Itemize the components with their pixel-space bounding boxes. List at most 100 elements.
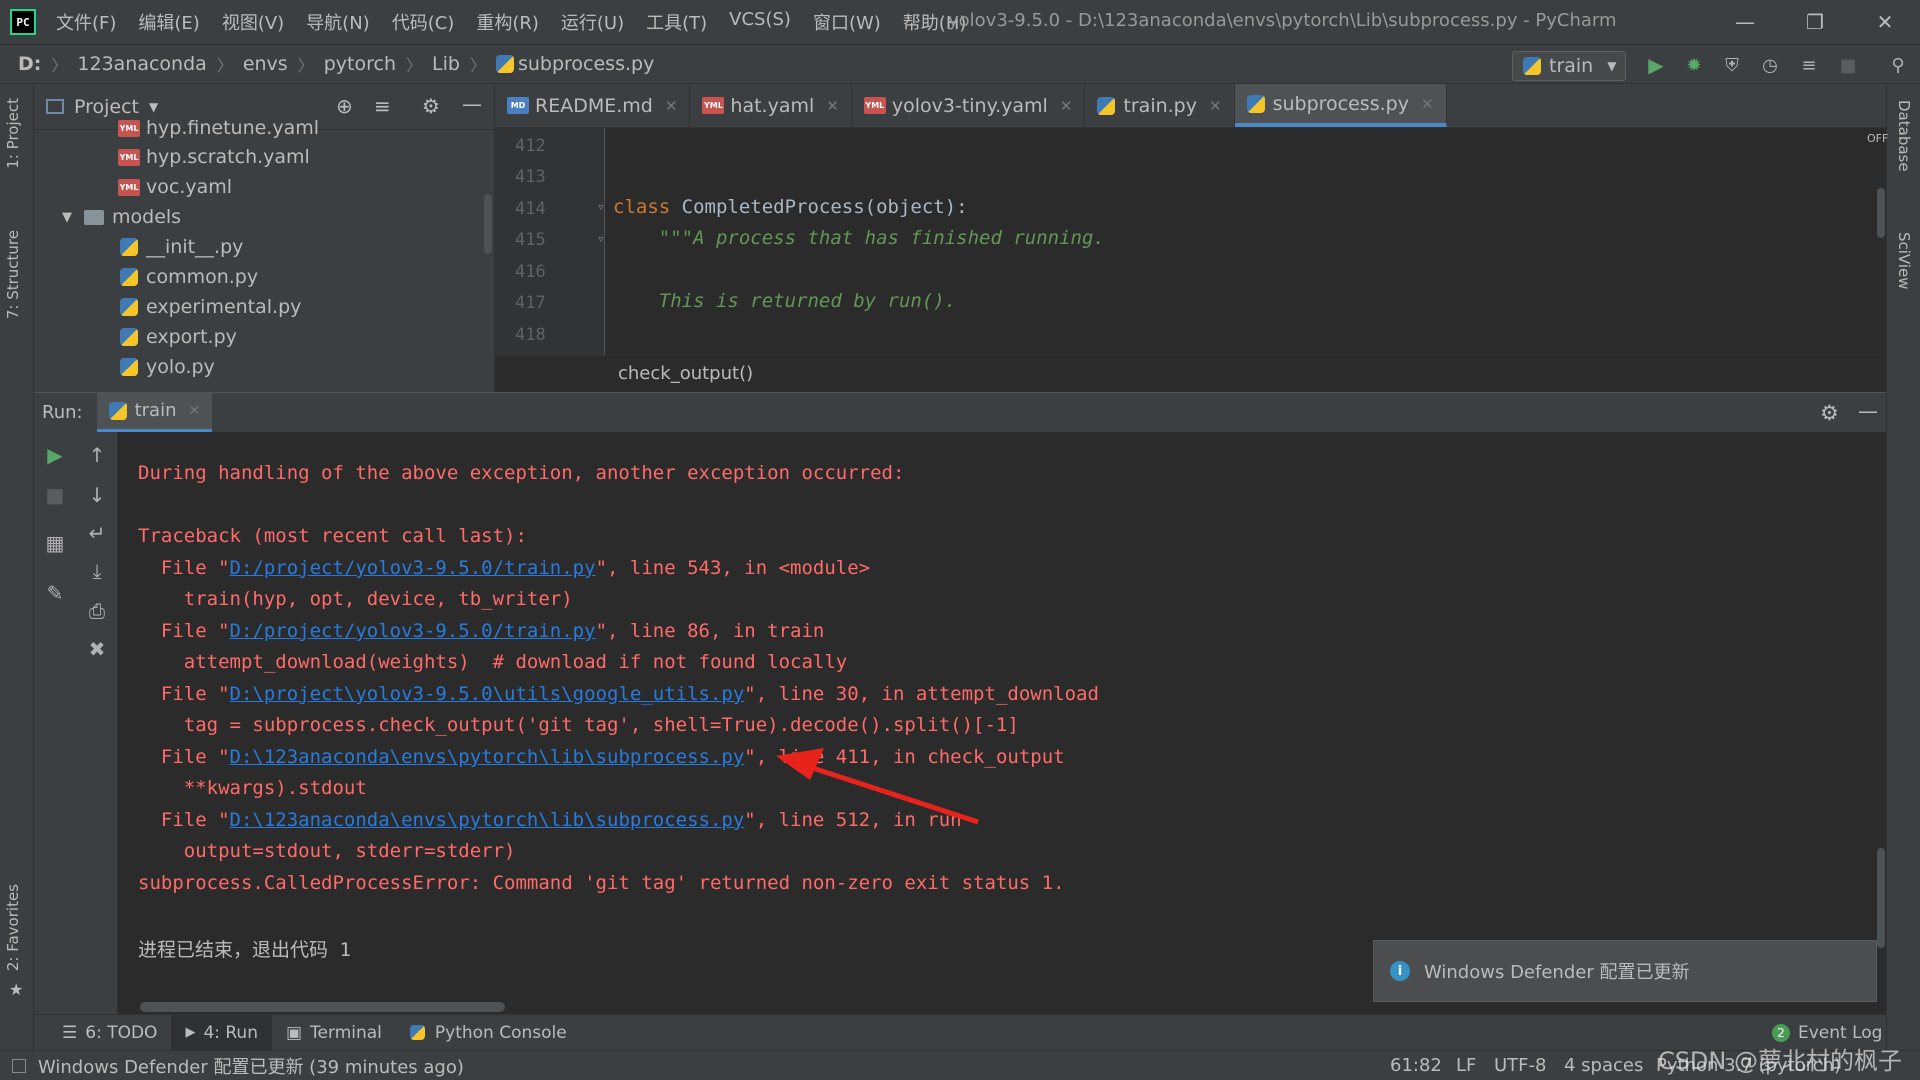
search-icon[interactable]: ⚲ <box>1886 53 1910 77</box>
tab-hat-yaml[interactable]: YML hat.yaml ✕ <box>690 84 852 127</box>
markdown-file-icon: MD <box>507 97 529 114</box>
close-tab-icon[interactable]: ✕ <box>189 403 201 419</box>
notification-balloon[interactable]: i Windows Defender 配置已更新 <box>1373 940 1877 1002</box>
menu-code[interactable]: 代码(C) <box>392 9 455 35</box>
close-icon[interactable]: ✕ <box>1850 0 1920 44</box>
project-view-select[interactable]: Project <box>74 96 139 118</box>
menu-view[interactable]: 视图(V) <box>222 9 284 35</box>
console-vertical-scrollbar[interactable] <box>1877 848 1885 948</box>
chevron-right-icon: 〉 <box>469 56 486 75</box>
trash-icon[interactable]: ✖ <box>84 636 110 662</box>
close-tab-icon[interactable]: ✕ <box>1060 97 1073 115</box>
locate-icon[interactable]: ⊕ <box>336 94 353 118</box>
gear-icon[interactable]: ⚙ <box>422 94 440 118</box>
line-separator[interactable]: LF <box>1456 1055 1476 1076</box>
breadcrumb-envs[interactable]: envs <box>243 53 288 75</box>
console-output[interactable]: During handling of the above exception, … <box>118 432 1886 1014</box>
expand-arrow-icon[interactable]: ▼ <box>62 210 72 225</box>
print-icon[interactable]: ⎙ <box>84 598 110 624</box>
database-tool-tab[interactable]: Database <box>1895 100 1913 172</box>
up-arrow-icon[interactable]: ↑ <box>84 442 110 468</box>
tab-terminal[interactable]: ▣ Terminal <box>272 1015 396 1051</box>
profile-icon[interactable]: ◷ <box>1758 53 1782 77</box>
menu-tools[interactable]: 工具(T) <box>646 9 707 35</box>
minimize-icon[interactable]: — <box>1710 0 1780 44</box>
status-toggle-icon[interactable] <box>12 1058 26 1073</box>
breadcrumb-lib[interactable]: Lib <box>432 53 460 75</box>
run-tab-train[interactable]: train ✕ <box>96 392 213 433</box>
folder-icon <box>84 209 104 225</box>
file-encoding[interactable]: UTF-8 <box>1494 1055 1546 1076</box>
tree-item-experimental[interactable]: experimental.py <box>120 292 301 322</box>
menu-window[interactable]: 窗口(W) <box>813 9 881 35</box>
close-tab-icon[interactable]: ✕ <box>826 97 839 115</box>
tree-item-common[interactable]: common.py <box>120 262 258 292</box>
tree-item-hyp-scratch[interactable]: YML hyp.scratch.yaml <box>118 142 310 172</box>
breadcrumb-pytorch[interactable]: pytorch <box>324 53 396 75</box>
restore-icon[interactable]: ❐ <box>1780 0 1850 44</box>
debug-icon[interactable]: ✹ <box>1682 53 1706 77</box>
tab-run[interactable]: ▶ 4: Run <box>171 1014 272 1051</box>
tree-item-yolo[interactable]: yolo.py <box>120 352 215 382</box>
menu-edit[interactable]: 编辑(E) <box>138 9 199 35</box>
project-tool-tab[interactable]: 1: Project <box>4 98 22 169</box>
close-tab-icon[interactable]: ✕ <box>1421 95 1434 113</box>
structure-tool-tab[interactable]: 7: Structure <box>4 230 22 319</box>
menu-file[interactable]: 文件(F) <box>56 9 116 35</box>
gear-icon[interactable]: ⚙ <box>1820 401 1839 425</box>
menu-run[interactable]: 运行(U) <box>561 9 624 35</box>
breadcrumb-drive[interactable]: D: <box>18 53 41 75</box>
favorites-tool-tab[interactable]: 2: Favorites <box>4 884 22 971</box>
status-message[interactable]: Windows Defender 配置已更新 (39 minutes ago) <box>38 1053 464 1079</box>
sciview-tool-tab[interactable]: SciView <box>1895 232 1913 290</box>
scroll-to-end-icon[interactable]: ⤓ <box>84 558 110 584</box>
info-icon: i <box>1390 961 1410 981</box>
run-configuration-select[interactable]: train ▼ <box>1512 51 1626 81</box>
tab-todo[interactable]: ☰ 6: TODO <box>48 1015 171 1051</box>
coverage-icon[interactable]: ⛨ <box>1720 53 1744 77</box>
breadcrumb-123anaconda[interactable]: 123anaconda <box>77 53 206 75</box>
fold-icon[interactable]: ▿ <box>597 200 605 215</box>
stop-icon[interactable]: ■ <box>1836 53 1860 77</box>
pin-icon[interactable]: ✎ <box>42 580 68 606</box>
event-log-button[interactable]: 2 Event Log <box>1772 1023 1882 1043</box>
close-tab-icon[interactable]: ✕ <box>1209 97 1222 115</box>
rerun-icon[interactable]: ▶ <box>42 442 68 468</box>
project-scrollbar[interactable] <box>484 194 492 254</box>
run-icon[interactable]: ▶ <box>1644 53 1668 77</box>
collapse-all-icon[interactable]: ≡ <box>374 94 391 118</box>
concurrency-icon[interactable]: ≡ <box>1797 53 1821 77</box>
code-breadcrumb[interactable]: check_output() <box>618 363 753 384</box>
menu-vcs[interactable]: VCS(S) <box>729 9 791 35</box>
caret-position[interactable]: 61:82 <box>1390 1055 1442 1076</box>
hide-icon[interactable]: — <box>462 92 482 116</box>
tree-item-hyp-finetune[interactable]: YML hyp.finetune.yaml <box>118 118 319 138</box>
soft-wrap-icon[interactable]: ↵ <box>84 520 110 546</box>
python-file-icon <box>1246 94 1265 113</box>
tab-subprocess-py[interactable]: subprocess.py ✕ <box>1234 84 1447 127</box>
code-editor[interactable]: 412 413 414 415 416 417 418 ▿ ▿ class Co… <box>495 128 1888 355</box>
editor-scrollbar[interactable] <box>1877 188 1885 238</box>
tab-readme[interactable]: MD README.md ✕ <box>495 84 691 127</box>
tree-item-voc[interactable]: YML voc.yaml <box>118 172 232 202</box>
console-horizontal-scrollbar[interactable] <box>140 1002 505 1012</box>
tab-yolov3-tiny-yaml[interactable]: YML yolov3-tiny.yaml ✕ <box>852 84 1086 127</box>
tab-train-py[interactable]: train.py ✕ <box>1085 84 1235 127</box>
breadcrumb-file[interactable]: subprocess.py <box>495 53 654 75</box>
fold-icon[interactable]: ▿ <box>597 232 605 247</box>
indent-setting[interactable]: 4 spaces <box>1564 1055 1643 1076</box>
restore-layout-icon[interactable]: ▦ <box>42 530 68 556</box>
python-file-icon <box>120 328 138 346</box>
tree-item-export[interactable]: export.py <box>120 322 237 352</box>
hide-icon[interactable]: — <box>1858 399 1878 423</box>
tab-python-console[interactable]: Python Console <box>396 1015 581 1051</box>
menu-navigate[interactable]: 导航(N) <box>306 9 370 35</box>
menu-refactor[interactable]: 重构(R) <box>476 9 539 35</box>
stop-icon[interactable]: ■ <box>42 482 68 508</box>
chevron-down-icon[interactable]: ▼ <box>149 100 158 114</box>
tree-item-models-folder[interactable]: ▼ models <box>62 202 181 232</box>
tree-item-init[interactable]: __init__.py <box>120 232 243 262</box>
down-arrow-icon[interactable]: ↓ <box>84 482 110 508</box>
close-tab-icon[interactable]: ✕ <box>665 97 678 115</box>
readmode-off-label[interactable]: OFF <box>1867 132 1888 145</box>
